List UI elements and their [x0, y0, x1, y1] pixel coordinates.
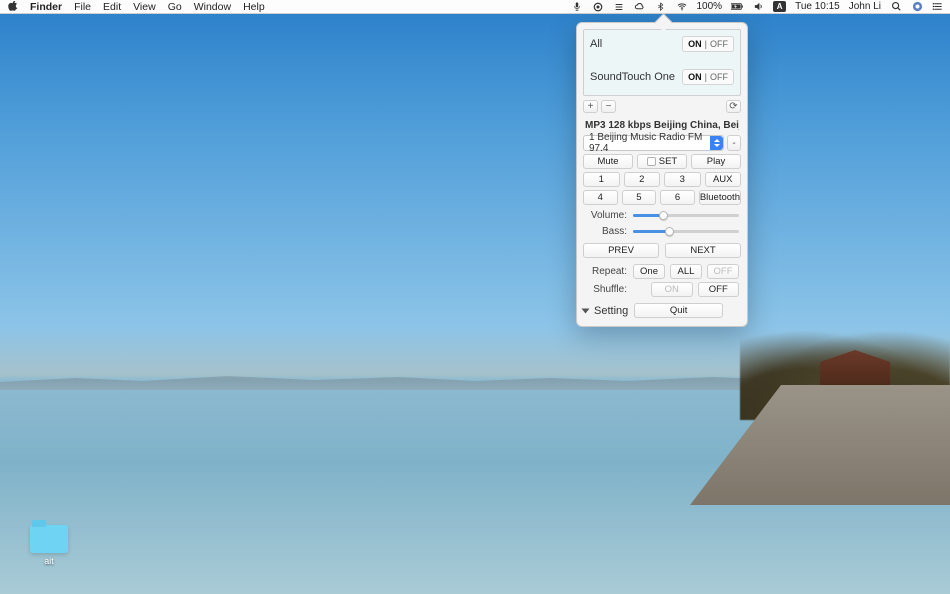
preset-6-button[interactable]: 6 [660, 190, 695, 205]
device-1-off[interactable]: OFF [710, 72, 728, 82]
menu-extra-1-icon[interactable] [592, 1, 604, 13]
setting-label[interactable]: Setting [594, 305, 628, 317]
desktop-folder[interactable]: ait [30, 525, 68, 566]
next-button[interactable]: NEXT [665, 243, 741, 258]
menubar-edit[interactable]: Edit [103, 1, 121, 13]
shuffle-on-button[interactable]: ON [651, 282, 693, 297]
menubar: Finder File Edit View Go Window Help 100… [0, 0, 950, 14]
preset-4-button[interactable]: 4 [583, 190, 618, 205]
repeat-one-button[interactable]: One [633, 264, 665, 279]
folder-icon [30, 525, 68, 553]
set-button[interactable]: SET [637, 154, 687, 169]
device-1-onoff[interactable]: ON | OFF [682, 69, 734, 85]
battery-icon[interactable] [731, 1, 743, 13]
play-button[interactable]: Play [691, 154, 741, 169]
slider-fill [633, 230, 669, 233]
cloud-icon[interactable] [634, 1, 646, 13]
sep: | [705, 72, 707, 82]
device-1-on[interactable]: ON [688, 72, 702, 82]
menubar-go[interactable]: Go [168, 1, 182, 13]
bluetooth-button[interactable]: Bluetooth [699, 190, 741, 205]
soundtouch-panel: All ON | OFF SoundTouch One ON | OFF + −… [576, 22, 748, 327]
stream-info: MP3 128 kbps Beijing China, Beijing Musi [585, 120, 739, 131]
station-select-label: 1 Beijing Music Radio FM 97.4 [589, 132, 709, 154]
slider-thumb[interactable] [659, 211, 668, 220]
menubar-view[interactable]: View [133, 1, 156, 13]
spotlight-icon[interactable] [890, 1, 902, 13]
aux-button[interactable]: AUX [705, 172, 742, 187]
device-list: All ON | OFF SoundTouch One ON | OFF [583, 29, 741, 96]
bass-slider[interactable] [633, 225, 739, 237]
device-all-off[interactable]: OFF [710, 39, 728, 49]
volume-slider[interactable] [633, 209, 739, 221]
repeat-off-button[interactable]: OFF [707, 264, 739, 279]
menubar-clock[interactable]: Tue 10:15 [795, 1, 840, 12]
shuffle-label: Shuffle: [585, 284, 627, 295]
bass-label: Bass: [585, 226, 627, 237]
volume-label: Volume: [585, 210, 627, 221]
desktop-wallpaper [0, 0, 950, 594]
device-name: All [590, 38, 602, 50]
menubar-app[interactable]: Finder [30, 1, 62, 13]
refresh-button[interactable]: ⟳ [726, 100, 741, 113]
bluetooth-icon[interactable] [655, 1, 667, 13]
device-row-all[interactable]: All ON | OFF [584, 30, 740, 62]
preset-3-button[interactable]: 3 [664, 172, 701, 187]
set-checkbox[interactable] [647, 157, 656, 166]
quit-button[interactable]: Quit [634, 303, 723, 318]
slider-thumb[interactable] [665, 227, 674, 236]
shuffle-off-button[interactable]: OFF [698, 282, 740, 297]
wallpaper-pier [690, 385, 950, 505]
menu-extra-3-icon[interactable] [911, 1, 923, 13]
prev-button[interactable]: PREV [583, 243, 659, 258]
add-device-button[interactable]: + [583, 100, 598, 113]
mic-icon[interactable] [571, 1, 583, 13]
sep: | [705, 39, 707, 49]
wifi-icon[interactable] [676, 1, 688, 13]
station-select[interactable]: 1 Beijing Music Radio FM 97.4 [583, 135, 724, 151]
notification-center-icon[interactable] [932, 1, 944, 13]
device-all-onoff[interactable]: ON | OFF [682, 36, 734, 52]
chevron-updown-icon [710, 136, 723, 150]
menubar-file[interactable]: File [74, 1, 91, 13]
folder-label: ait [44, 556, 54, 566]
station-remove-button[interactable]: - [727, 135, 741, 151]
mute-button[interactable]: Mute [583, 154, 633, 169]
menubar-user[interactable]: John Li [849, 1, 881, 12]
device-all-on[interactable]: ON [688, 39, 702, 49]
device-toolbar: + − ⟳ [583, 98, 741, 117]
menubar-help[interactable]: Help [243, 1, 265, 13]
preset-5-button[interactable]: 5 [622, 190, 657, 205]
repeat-all-button[interactable]: ALL [670, 264, 702, 279]
preset-2-button[interactable]: 2 [624, 172, 661, 187]
menu-extra-2-icon[interactable] [613, 1, 625, 13]
volume-icon[interactable] [752, 1, 764, 13]
device-row-1[interactable]: SoundTouch One ON | OFF [584, 62, 740, 95]
menubar-window[interactable]: Window [194, 1, 231, 13]
apple-menu-icon[interactable] [6, 1, 18, 13]
device-name: SoundTouch One [590, 71, 675, 83]
preset-1-button[interactable]: 1 [583, 172, 620, 187]
remove-device-button[interactable]: − [601, 100, 616, 113]
set-label: SET [659, 156, 677, 167]
repeat-label: Repeat: [585, 266, 627, 277]
input-source-icon[interactable]: A [773, 1, 786, 12]
battery-percent[interactable]: 100% [697, 1, 723, 12]
disclosure-triangle-icon[interactable] [582, 308, 590, 313]
